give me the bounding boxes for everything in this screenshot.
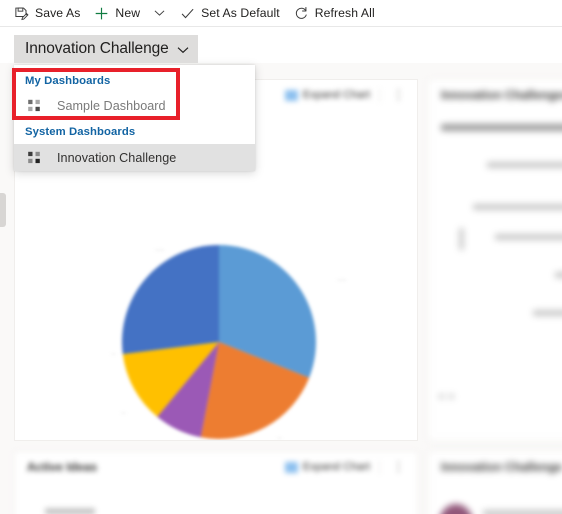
dropdown-item-innovation-challenge[interactable]: Innovation Challenge — [14, 144, 255, 171]
plus-icon — [94, 6, 109, 21]
expand-chart-button[interactable]: Expand Chart — [284, 89, 370, 101]
pie-slice[interactable] — [121, 245, 219, 355]
expand-chart-button[interactable]: Expand Chart — [284, 461, 370, 473]
dropdown-item-label: Sample Dashboard — [57, 98, 166, 113]
set-as-default-label: Set As Default — [201, 6, 280, 20]
mock-glyph-icon — [449, 394, 454, 399]
card-body — [15, 482, 417, 514]
card-title: Innovation Challenge — [441, 460, 562, 474]
dashboard-selector-button[interactable]: Innovation Challenge — [14, 35, 198, 63]
mock-text-line — [495, 234, 562, 240]
dashboard-icon — [26, 97, 43, 114]
card-title: Active Ideas — [27, 460, 98, 474]
mock-text-line — [483, 510, 562, 514]
save-as-icon — [14, 6, 29, 21]
pie-slice-label: ···· — [155, 247, 165, 254]
set-as-default-button[interactable]: Set As Default — [175, 0, 285, 26]
dropdown-item-label: Innovation Challenge — [57, 150, 177, 165]
checkmark-icon — [180, 6, 195, 21]
command-bar: Save As New Set As Default Refresh All — [0, 0, 562, 27]
card-overflow-menu-icon[interactable]: ⋮ — [389, 87, 409, 103]
mock-text-line — [487, 162, 562, 168]
card-overflow-menu-icon[interactable]: ⋮ — [389, 459, 409, 475]
new-label: New — [115, 6, 141, 20]
expand-chart-icon — [284, 461, 298, 473]
mock-glyph-icon — [439, 394, 444, 399]
mock-text-line — [441, 124, 562, 131]
vertical-scrollbar-thumb[interactable] — [0, 193, 6, 227]
card-body — [429, 482, 562, 514]
mock-text-line — [533, 310, 562, 316]
refresh-icon — [294, 6, 309, 21]
divider — [379, 459, 380, 475]
refresh-all-label: Refresh All — [314, 6, 375, 20]
card-actions[interactable]: Expand Chart ⋮ — [284, 87, 409, 103]
mock-text-line — [45, 508, 95, 514]
save-as-button[interactable]: Save As — [9, 0, 85, 26]
dashboard-selector-label: Innovation Challenge — [25, 40, 169, 57]
dashboard-icon — [26, 149, 43, 166]
chevron-down-icon — [177, 46, 189, 54]
mock-text-line — [555, 272, 562, 278]
pie-slice-label: ···· — [337, 277, 347, 284]
dashboard-dropdown-menu[interactable]: My Dashboards Sample Dashboard System Da… — [14, 65, 255, 171]
divider — [379, 87, 380, 103]
dropdown-group-header-system-dashboards: System Dashboards — [25, 126, 136, 138]
card-active-ideas[interactable]: Active Ideas Expand Chart ⋮ — [14, 451, 418, 514]
avatar — [439, 504, 473, 514]
save-as-label: Save As — [35, 6, 81, 20]
refresh-all-button[interactable]: Refresh All — [289, 0, 380, 26]
dropdown-item-sample-dashboard[interactable]: Sample Dashboard — [14, 92, 255, 119]
card-innovation-challenges[interactable]: Innovation Challenges — [428, 79, 562, 441]
new-chevron-down-icon[interactable] — [150, 1, 169, 25]
new-button[interactable]: New — [89, 0, 145, 26]
card-actions[interactable]: Expand Chart ⋮ — [284, 459, 409, 475]
mock-glyph-icon — [459, 228, 464, 250]
card-header: Innovation Challenges — [429, 80, 562, 110]
mock-text-line — [473, 204, 562, 210]
expand-chart-label: Expand Chart — [302, 89, 370, 101]
card-body — [429, 110, 562, 440]
expand-chart-label: Expand Chart — [302, 461, 370, 473]
pie-slice-label: ·· — [121, 410, 126, 417]
card-title: Innovation Challenges — [441, 88, 562, 102]
dropdown-group-header-my-dashboards: My Dashboards — [25, 75, 111, 87]
card-header: Active Ideas Expand Chart ⋮ — [15, 452, 417, 482]
expand-chart-icon — [284, 89, 298, 101]
dashboard-app: Ideas by Category Expand Chart ⋮ ···· ··… — [0, 0, 562, 514]
pie-slice-label: ·· — [111, 351, 116, 358]
pie-slice-label: ·· — [277, 435, 282, 441]
card-innovation-challenge-bottom[interactable]: Innovation Challenge — [428, 451, 562, 514]
card-header: Innovation Challenge — [429, 452, 562, 482]
